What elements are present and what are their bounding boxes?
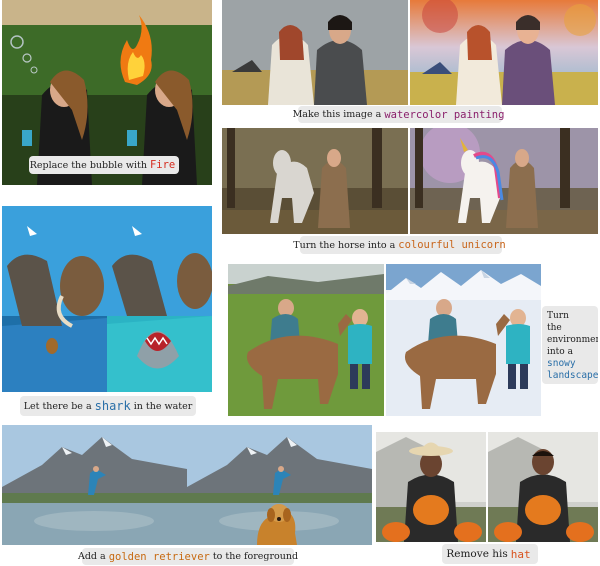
snow-caption-line2: the — [547, 323, 562, 333]
example-shark: Let there be a shark in the water — [2, 206, 212, 420]
snow-caption-highlight1: snowy — [547, 358, 576, 369]
example-fire: Replace the bubble with Fire — [2, 0, 212, 185]
shark-after-image — [107, 206, 212, 392]
example-snow: Turn the environment into a snowy landsc… — [226, 264, 598, 416]
retriever-caption-highlight: golden retriever — [108, 550, 210, 563]
hat-caption-before: Remove his — [446, 548, 508, 560]
hat-caption-highlight: hat — [510, 547, 531, 561]
retriever-before-image — [2, 425, 187, 545]
example-unicorn: Turn the horse into a colourful unicorn — [222, 128, 598, 255]
shark-caption: Let there be a shark in the water — [20, 396, 196, 416]
watercolor-caption-highlight: watercolor painting — [384, 108, 505, 121]
watercolor-before-image — [222, 0, 408, 105]
unicorn-after-image — [410, 128, 598, 234]
unicorn-caption-highlight: colourful unicorn — [398, 239, 506, 251]
example-hat: Remove his hat — [376, 432, 598, 566]
shark-caption-before: Let there be a — [23, 400, 92, 412]
snow-after-image — [386, 264, 541, 416]
hat-before-image — [376, 432, 486, 542]
retriever-caption-before: Add a — [77, 551, 106, 562]
shark-caption-highlight: shark — [94, 399, 131, 413]
snow-caption: Turn the environment into a snowy landsc… — [542, 306, 598, 384]
retriever-caption: Add a golden retriever to the foreground — [78, 548, 298, 565]
example-watercolor: Make this image a watercolor painting — [222, 0, 598, 123]
watercolor-caption: Make this image a watercolor painting — [293, 106, 505, 123]
snow-caption-line3: environment — [547, 335, 598, 345]
shark-caption-after: in the water — [133, 400, 193, 412]
retriever-after-image — [187, 425, 372, 545]
unicorn-before-image — [222, 128, 408, 234]
unicorn-caption-before: Turn the horse into a — [293, 239, 396, 251]
hat-caption: Remove his hat — [442, 544, 538, 564]
hat-after-image — [488, 432, 598, 542]
retriever-caption-after: to the foreground — [212, 551, 299, 562]
snow-caption-line4: into a — [547, 347, 573, 357]
watercolor-caption-before: Make this image a — [292, 109, 382, 120]
watercolor-after-image — [410, 0, 598, 105]
snow-before-image — [228, 264, 384, 416]
unicorn-caption: Turn the horse into a colourful unicorn — [293, 236, 506, 254]
snow-caption-line1: Turn — [547, 311, 569, 321]
shark-before-image — [2, 206, 107, 392]
fire-caption-before: Replace the bubble with — [29, 159, 147, 171]
example-retriever: Add a golden retriever to the foreground — [2, 425, 372, 566]
snow-caption-highlight2: landscape — [547, 370, 598, 381]
fire-caption: Replace the bubble with Fire — [29, 156, 179, 174]
fire-caption-highlight: Fire — [149, 159, 176, 171]
